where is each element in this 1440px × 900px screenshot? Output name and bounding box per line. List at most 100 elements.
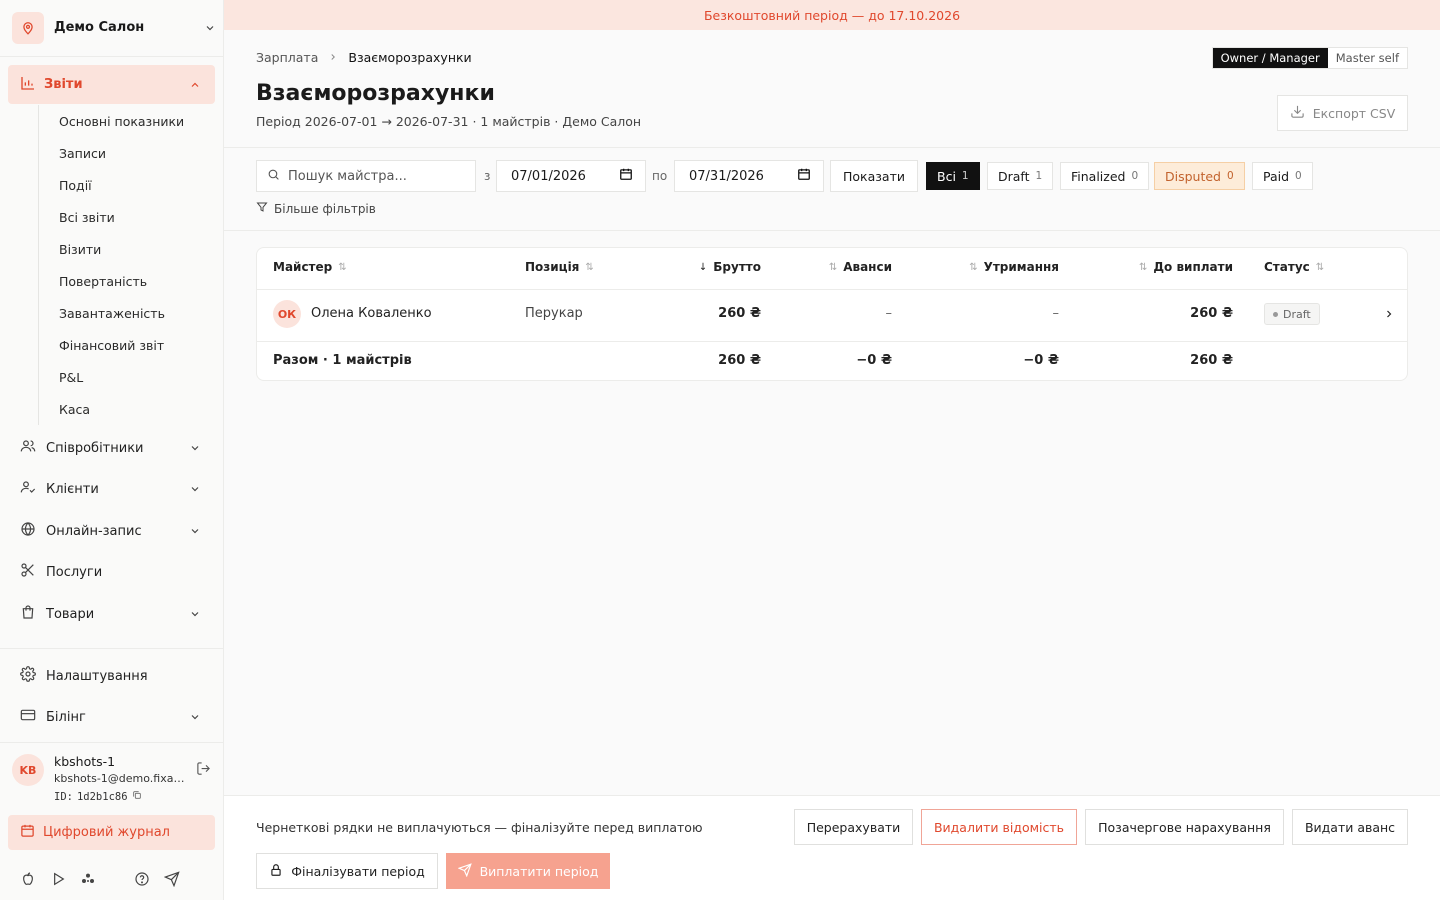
column-label: Позиція <box>525 260 580 274</box>
sidebar-item-clients[interactable]: Клієнти <box>8 470 215 508</box>
sidebar: Демо Салон Звіти Основні показники Запис… <box>0 0 224 900</box>
status-chip-disputed[interactable]: Disputed 0 <box>1154 162 1245 190</box>
play-icon[interactable] <box>50 871 66 887</box>
off-cycle-accrual-button[interactable]: Позачергове нарахування <box>1085 809 1284 845</box>
role-switcher: Owner / Manager Master self <box>1211 47 1408 69</box>
submenu-item-main-indicators[interactable]: Основні показники <box>39 105 218 137</box>
chip-label: Paid <box>1263 168 1290 184</box>
column-header-position[interactable]: Позиція ⇅ <box>525 260 594 274</box>
gross-value: 260 ₴ <box>718 306 761 321</box>
finalize-period-label: Фіналізувати період <box>291 863 425 879</box>
chevron-down-icon <box>187 440 203 456</box>
user-profile: KB kbshots-1 kbshots-1@demo.fixa.b... ID… <box>12 752 218 806</box>
sidebar-item-reports[interactable]: Звіти <box>8 65 215 104</box>
pay-period-button[interactable]: Виплатити період <box>446 853 610 889</box>
digital-journal-button[interactable]: Цифровий журнал <box>8 815 215 850</box>
issue-advance-button[interactable]: Видати аванс <box>1292 809 1408 845</box>
salon-switcher[interactable]: Демо Салон <box>12 11 218 44</box>
master-name: Олена Коваленко <box>311 306 432 321</box>
search-icon <box>267 168 280 185</box>
export-csv-button[interactable]: Експорт CSV <box>1277 95 1408 131</box>
column-header-status[interactable]: Статус ⇅ <box>1264 260 1324 274</box>
apple-icon[interactable] <box>20 871 36 887</box>
copy-icon[interactable] <box>132 790 142 803</box>
column-header-deductions[interactable]: ⇅ Утримання <box>957 260 1059 274</box>
status-chip-paid[interactable]: Paid 0 <box>1252 162 1313 190</box>
submenu-item-cash[interactable]: Каса <box>39 393 218 425</box>
sidebar-item-products[interactable]: Товари <box>8 595 215 633</box>
chevron-right-icon[interactable] <box>1383 308 1395 324</box>
credit-card-icon <box>20 707 36 727</box>
date-from-label: з <box>484 169 491 183</box>
digital-journal-label: Цифровий журнал <box>43 825 170 840</box>
sidebar-item-staff[interactable]: Співробітники <box>8 429 215 467</box>
chip-label: Draft <box>998 168 1030 184</box>
search-input[interactable] <box>288 168 468 184</box>
community-icon[interactable] <box>80 871 96 887</box>
submenu-item-appointments[interactable]: Записи <box>39 137 218 169</box>
chip-label: Всі <box>937 168 956 184</box>
sidebar-item-services[interactable]: Послуги <box>8 553 215 591</box>
submenu-item-retention[interactable]: Повертаність <box>39 265 218 297</box>
submenu-item-visits[interactable]: Візити <box>39 233 218 265</box>
submenu-item-all-reports[interactable]: Всі звіти <box>39 201 218 233</box>
date-to-input[interactable]: 07/31/2026 <box>674 160 824 192</box>
total-deductions: −0 ₴ <box>1023 353 1059 368</box>
submenu-item-pnl[interactable]: P&L <box>39 361 218 393</box>
status-chip-all[interactable]: Всі 1 <box>926 162 980 190</box>
recalculate-button[interactable]: Перерахувати <box>794 809 913 845</box>
chip-count: 0 <box>1295 170 1302 182</box>
main-content: Зарплата Взаєморозрахунки Owner / Manage… <box>224 30 1440 900</box>
submenu-item-financial-report[interactable]: Фінансовий звіт <box>39 329 218 361</box>
user-email: kbshots-1@demo.fixa.b... <box>54 772 186 785</box>
show-button[interactable]: Показати <box>830 160 918 192</box>
column-label: Утримання <box>983 260 1059 274</box>
export-csv-label: Експорт CSV <box>1312 105 1396 121</box>
calendar-icon <box>20 823 35 842</box>
send-icon[interactable] <box>164 871 180 887</box>
role-owner-manager[interactable]: Owner / Manager <box>1212 48 1328 68</box>
sidebar-item-settings[interactable]: Налаштування <box>8 657 215 695</box>
gear-icon <box>20 666 36 686</box>
user-id: ID: 1d2b1c86 <box>54 790 142 803</box>
user-name: kbshots-1 <box>54 754 116 769</box>
sidebar-item-billing[interactable]: Білінг <box>8 698 215 736</box>
avatar: ОК <box>273 300 301 328</box>
divider <box>0 742 223 743</box>
submenu-item-events[interactable]: Події <box>39 169 218 201</box>
sidebar-item-label: Звіти <box>44 77 83 92</box>
users-icon <box>20 438 36 458</box>
location-pin-icon <box>12 11 44 44</box>
sort-icon: ⇅ <box>585 261 594 273</box>
more-filters-button[interactable]: Більше фільтрів <box>256 201 376 216</box>
status-chip-finalized[interactable]: Finalized 0 <box>1060 162 1150 190</box>
master-position: Перукар <box>525 306 583 321</box>
chip-count: 0 <box>1131 170 1139 182</box>
date-from-input[interactable]: 07/01/2026 <box>496 160 646 192</box>
submenu-item-workload[interactable]: Завантаженість <box>39 297 218 329</box>
chip-label: Disputed <box>1165 168 1221 184</box>
logout-icon[interactable] <box>196 761 211 780</box>
column-header-master[interactable]: Майстер ⇅ <box>273 260 347 274</box>
more-filters-label: Більше фільтрів <box>274 201 376 216</box>
draft-note: Чернеткові рядки не виплачуються — фінал… <box>256 820 703 835</box>
column-header-advances[interactable]: ⇅ Аванси <box>817 260 892 274</box>
sidebar-item-label: Послуги <box>46 564 103 580</box>
status-label: Draft <box>1283 307 1311 321</box>
finalize-period-button[interactable]: Фіналізувати період <box>256 853 438 889</box>
help-icon[interactable] <box>134 871 150 887</box>
chip-count: 1 <box>961 170 969 182</box>
status-chip-draft[interactable]: Draft 1 <box>987 162 1054 190</box>
sort-icon: ⇅ <box>338 261 347 273</box>
calendar-icon <box>797 167 811 185</box>
globe-icon <box>20 521 36 541</box>
role-master-self[interactable]: Master self <box>1327 48 1407 68</box>
delete-statement-button[interactable]: Видалити відомість <box>921 809 1077 845</box>
search-input-wrapper <box>256 160 476 192</box>
column-header-gross[interactable]: ↓ Брутто <box>695 260 761 274</box>
sidebar-item-online-booking[interactable]: Онлайн-запис <box>8 512 215 550</box>
divider <box>224 230 1440 231</box>
breadcrumb-parent[interactable]: Зарплата <box>256 50 318 65</box>
column-header-payout[interactable]: ⇅ До виплати <box>1127 260 1233 274</box>
breadcrumb-current: Взаєморозрахунки <box>348 50 472 65</box>
